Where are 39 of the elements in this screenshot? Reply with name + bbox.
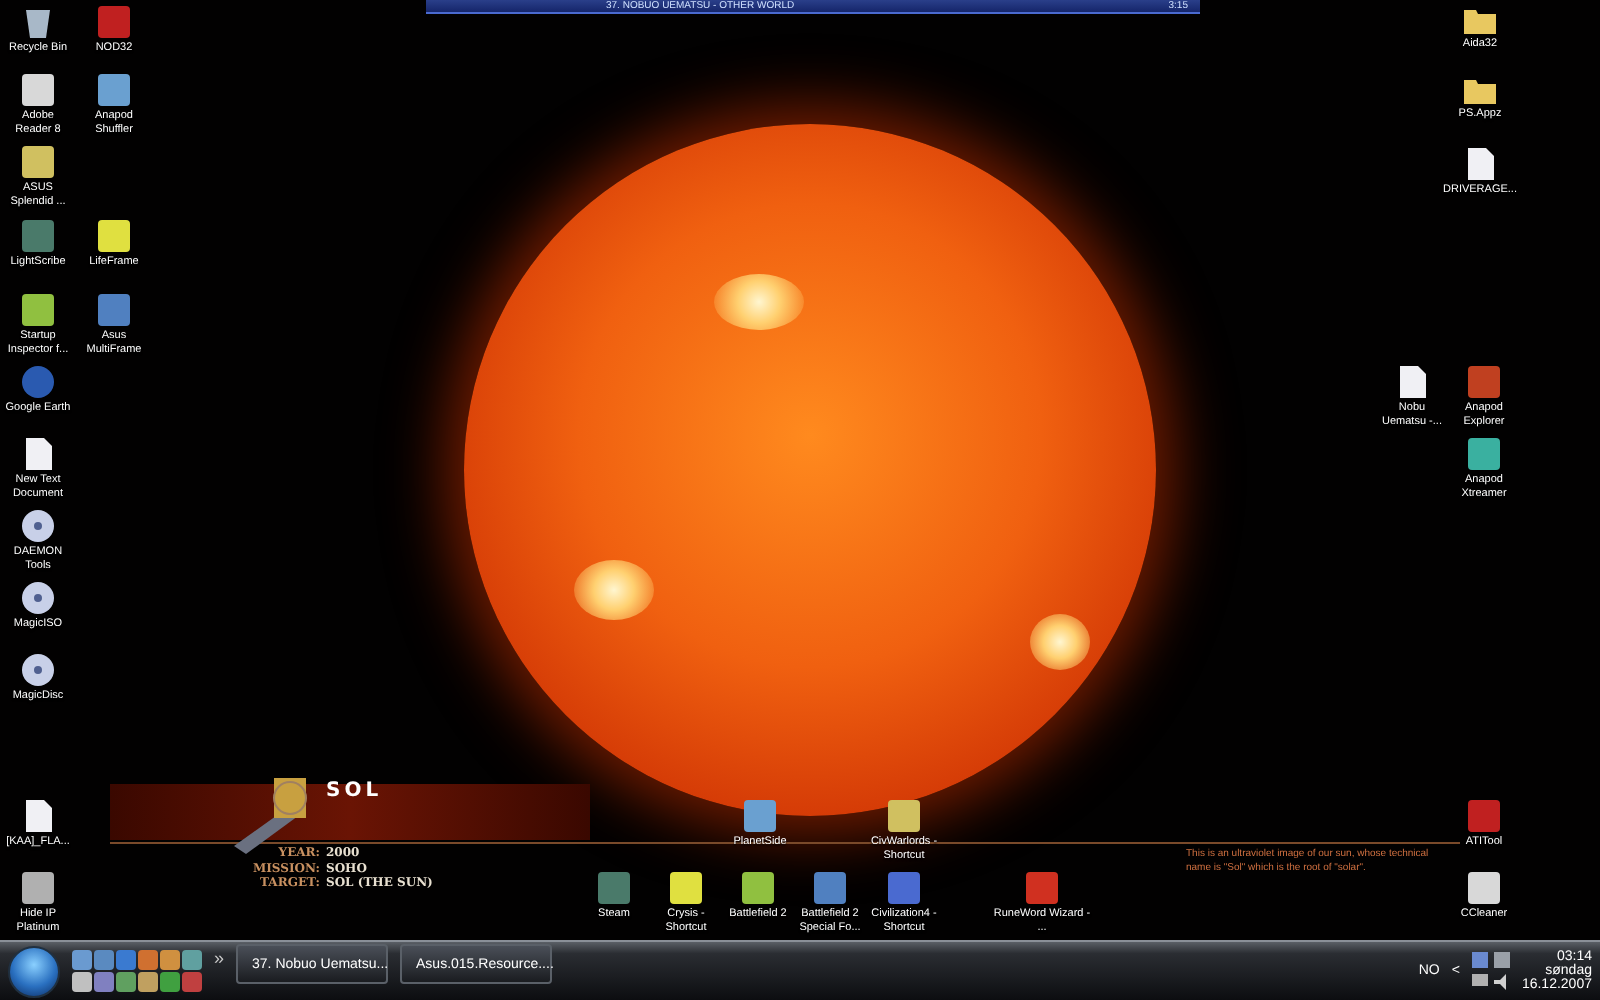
app-icon <box>1468 366 1500 398</box>
globe-icon <box>22 366 54 398</box>
disc-icon <box>22 510 54 542</box>
folder-icon <box>1464 76 1496 104</box>
document-icon <box>25 438 51 470</box>
overflow-button[interactable]: » <box>214 948 225 968</box>
app-icon <box>814 872 846 904</box>
app-icon <box>1468 872 1500 904</box>
document-icon <box>25 800 51 832</box>
app-icon <box>22 74 54 106</box>
document-icon <box>1399 366 1425 398</box>
app-icon <box>98 294 130 326</box>
app-icon <box>598 872 630 904</box>
speaker-icon[interactable] <box>1493 974 1510 990</box>
app-icon <box>1026 872 1058 904</box>
app-icon <box>742 872 774 904</box>
app-icon <box>22 146 54 178</box>
app-icon <box>98 6 130 38</box>
folder-icon <box>1464 6 1496 34</box>
wallpaper-title: SOL <box>326 780 383 802</box>
app-icon <box>98 74 130 106</box>
app-icon <box>22 294 54 326</box>
app-icon <box>98 220 130 252</box>
monitor-icon[interactable] <box>1471 974 1488 990</box>
document-icon <box>1467 148 1493 180</box>
disc-icon <box>22 582 54 614</box>
recycle-bin-icon <box>26 6 50 38</box>
start-button[interactable] <box>8 945 60 997</box>
app-icon <box>22 220 54 252</box>
app-icon <box>1468 438 1500 470</box>
app-icon <box>744 800 776 832</box>
app-icon <box>22 872 54 904</box>
app-icon <box>1468 800 1500 832</box>
disc-icon <box>22 654 54 686</box>
app-icon <box>670 872 702 904</box>
app-icon <box>888 872 920 904</box>
tray-icon[interactable] <box>1471 952 1488 968</box>
app-icon <box>888 800 920 832</box>
network-icon[interactable] <box>1493 952 1510 968</box>
